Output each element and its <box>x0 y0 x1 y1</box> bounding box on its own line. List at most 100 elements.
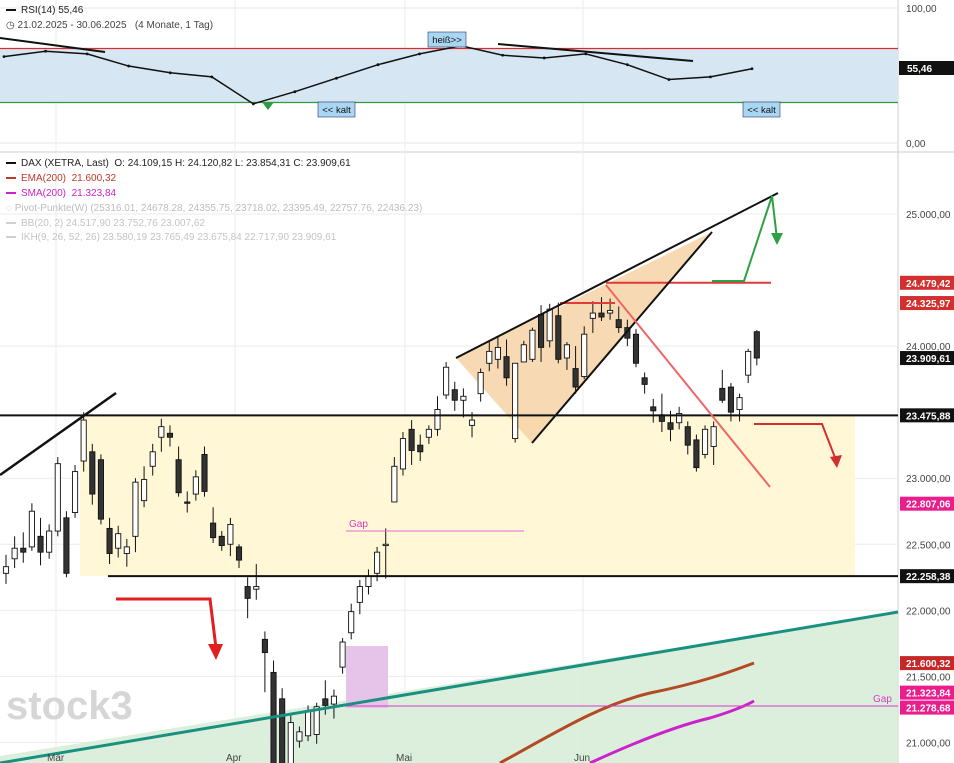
price-tag-label: 22.807,06 <box>906 500 951 511</box>
candle-up <box>520 344 527 363</box>
rsi-point <box>335 76 338 80</box>
price-axis: 100,000,0025.000,0024.000,0023.000,0022.… <box>906 4 951 749</box>
candle-down <box>503 356 510 379</box>
ema-legend: EMA(200) 21.600,32 <box>6 173 116 184</box>
candle-up <box>745 350 752 376</box>
candle-down <box>641 377 648 385</box>
candle-down <box>667 422 674 430</box>
candle-up <box>494 346 501 360</box>
rsi-swatch <box>6 9 16 12</box>
price-tag-label: 22.258,38 <box>906 572 951 583</box>
period-note: (4 Monate, 1 Tag) <box>134 20 214 31</box>
candle-up <box>701 428 709 455</box>
candle-down <box>89 451 96 495</box>
price-tick-label: 22.000,00 <box>906 606 951 617</box>
bear-arrow-early <box>116 597 218 649</box>
candle-up <box>123 546 130 554</box>
month-label: Mai <box>396 753 412 763</box>
candle-up <box>227 523 234 545</box>
candle-up <box>374 551 381 574</box>
cold-label-box-1: << kalt <box>317 101 356 118</box>
candle-up <box>158 426 165 438</box>
candle-up <box>529 329 536 360</box>
rsi-point <box>709 75 712 79</box>
rsi-point <box>542 56 546 60</box>
candle-up <box>54 463 61 532</box>
cold-label-1: << kalt <box>322 105 351 116</box>
candle-down <box>719 387 726 401</box>
rsi-neutral-band <box>0 48 898 103</box>
rsi-point <box>750 67 754 71</box>
rsi-point <box>210 75 214 79</box>
candle-up <box>382 543 389 547</box>
candle-down <box>218 535 225 547</box>
bear-arrow-early-head <box>208 644 223 660</box>
candle-up <box>356 586 363 603</box>
gap-label-1: Gap <box>349 519 368 530</box>
rsi-value-tag-text: 55,46 <box>907 64 932 75</box>
price-tick-label: 25.000,00 <box>906 210 951 221</box>
candle-up <box>305 710 312 737</box>
ema-value: 21.600,32 <box>71 173 117 184</box>
candle-up <box>132 481 139 537</box>
candle-down <box>184 501 191 504</box>
rsi-point <box>85 52 89 56</box>
rsi-point <box>168 71 172 75</box>
candle-up <box>443 366 450 396</box>
bull-arrow-head <box>771 233 783 245</box>
pivot-icon: ◌ <box>6 203 12 214</box>
candle-down <box>727 386 734 413</box>
candle-down <box>684 426 691 446</box>
candle-up <box>486 350 493 364</box>
candle-down <box>166 432 174 438</box>
candle-up <box>477 372 484 395</box>
candle-up <box>399 438 407 470</box>
candle-up <box>339 641 346 668</box>
candle-down <box>753 331 760 359</box>
price-tick-label: 21.000,00 <box>906 738 951 749</box>
candle-up <box>546 308 553 342</box>
rsi-value-tag: 55,46 <box>899 61 954 75</box>
candle-up <box>607 309 614 314</box>
candle-down <box>106 527 113 554</box>
candle-up <box>71 471 79 513</box>
watermark: stock3 <box>6 684 133 728</box>
candle-up <box>434 409 441 430</box>
price-tick-label: 21.500,00 <box>906 672 951 683</box>
month-label: Jun <box>574 753 590 763</box>
rsi-point <box>625 63 629 67</box>
candle-up <box>192 476 199 495</box>
candle-down <box>417 444 424 453</box>
candle-up <box>115 533 122 549</box>
candle-up <box>736 397 743 410</box>
pivot-legend: ◌ Pivot-Punkte(W) (25316.01, 24678.28, 2… <box>6 203 422 214</box>
rsi-point <box>667 78 671 81</box>
candle-up <box>46 530 53 553</box>
candle-down <box>598 312 605 318</box>
gap-label-2: Gap <box>873 694 892 705</box>
candle-down <box>408 428 415 451</box>
candle-up <box>589 312 596 319</box>
candle-up <box>365 575 372 587</box>
hot-label: heiß>> <box>432 35 462 46</box>
candle-down <box>538 313 545 348</box>
candle-up <box>581 333 588 377</box>
candle-up <box>149 451 156 467</box>
candle-down <box>572 368 579 388</box>
price-tag-label: 21.278,68 <box>906 704 951 715</box>
month-label: Mär <box>47 753 65 763</box>
date-range-row: ◷ 21.02.2025 - 30.06.2025 (4 Monate, 1 T… <box>6 20 213 31</box>
sma-swatch <box>6 192 16 195</box>
pivot-values: (25316.01, 24678.28, 24355.75, 23718.02,… <box>90 203 423 214</box>
rsi-point <box>127 64 131 68</box>
ikh-label: IKH(9, 26, 52, 26) <box>21 232 100 243</box>
candle-down <box>451 389 458 401</box>
ikh-swatch <box>6 236 16 239</box>
bb-legend: BB(20, 2) 24.517,90 23.752,76 23.007,62 <box>6 218 205 229</box>
price-tag-label: 24.325,97 <box>906 299 951 310</box>
price-tag-label: 21.600,32 <box>906 659 951 670</box>
candle-down <box>615 319 622 329</box>
month-label: Apr <box>226 753 242 763</box>
candle-up <box>80 419 87 462</box>
sma-label: SMA(200) <box>21 188 67 199</box>
